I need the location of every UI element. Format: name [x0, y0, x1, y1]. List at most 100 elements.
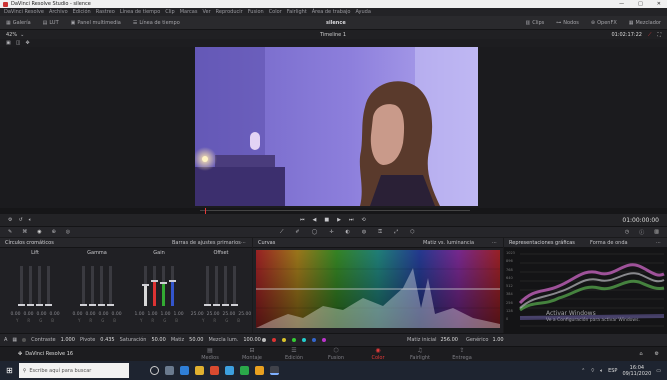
- color-wheels-icon[interactable]: ◉: [37, 229, 41, 235]
- timeline-button[interactable]: ☰ Línea de tiempo: [133, 20, 180, 26]
- channel-bar[interactable]: [160, 266, 167, 306]
- channel-value[interactable]: 0.00: [99, 312, 109, 317]
- channel-value[interactable]: 25.00: [223, 312, 236, 317]
- skip-start-icon[interactable]: ⏮︎: [300, 217, 305, 223]
- scopes-toggle-icon[interactable]: ◷: [625, 229, 629, 235]
- loop-icon[interactable]: ↺: [18, 217, 22, 223]
- transform-icon[interactable]: ✥: [25, 40, 29, 46]
- channel-dot-red[interactable]: [272, 338, 276, 342]
- page-tab-medios[interactable]: ▤ Medios: [190, 347, 230, 361]
- magic-mask-icon[interactable]: ◐: [346, 229, 350, 235]
- channel-handle[interactable]: [98, 304, 105, 306]
- file-explorer-icon[interactable]: [194, 366, 204, 375]
- channel-handle[interactable]: [142, 284, 149, 286]
- nodes-button[interactable]: ⊶ Nodos: [556, 20, 579, 26]
- 3d-icon[interactable]: ⬡: [410, 229, 414, 235]
- fullscreen-icon[interactable]: ⛶: [657, 32, 661, 38]
- channel-dot-green[interactable]: [292, 338, 296, 342]
- menu-item[interactable]: Área de trabajo: [312, 9, 351, 15]
- store-icon[interactable]: [224, 366, 234, 375]
- vlc-icon[interactable]: [254, 366, 264, 375]
- menu-item[interactable]: Ayuda: [355, 9, 370, 15]
- camera-raw-icon[interactable]: ✎: [8, 229, 12, 235]
- media-pool-button[interactable]: ▣ Panel multimedia: [71, 20, 121, 26]
- channel-bar[interactable]: [151, 266, 158, 306]
- channel-handle[interactable]: [213, 304, 220, 306]
- loop-playback-icon[interactable]: ⟲: [361, 217, 365, 223]
- office-icon[interactable]: [209, 366, 219, 375]
- language-indicator[interactable]: ESP: [608, 368, 617, 374]
- channel-bar[interactable]: [36, 266, 43, 306]
- key-icon[interactable]: ⚿: [378, 229, 382, 235]
- color-match-icon[interactable]: ⌘: [22, 229, 27, 235]
- edge-icon[interactable]: [179, 366, 189, 375]
- minimize-button[interactable]: —: [619, 1, 624, 7]
- motion-effects-icon[interactable]: ◎: [66, 229, 70, 235]
- grid-icon[interactable]: ▦: [12, 337, 17, 343]
- channel-bar[interactable]: [18, 266, 25, 306]
- skip-end-icon[interactable]: ⏭︎: [349, 217, 354, 223]
- sizing-icon[interactable]: ⤢: [394, 229, 398, 235]
- channel-dot-luma[interactable]: [262, 338, 266, 342]
- channel-value[interactable]: 25.00: [207, 312, 220, 317]
- cortana-icon[interactable]: [149, 366, 159, 375]
- color-picker-icon[interactable]: ⟋: [648, 32, 652, 38]
- lum-mix-value[interactable]: 100.00: [243, 337, 261, 343]
- channel-value[interactable]: 1.00: [174, 312, 184, 317]
- menu-item[interactable]: Color: [269, 9, 282, 15]
- channel-handle[interactable]: [45, 304, 52, 306]
- video-frame[interactable]: [195, 47, 478, 206]
- pivot-value[interactable]: 0.435: [100, 337, 114, 343]
- channel-dot-blue[interactable]: [312, 338, 316, 342]
- network-icon[interactable]: ⌔: [590, 368, 595, 374]
- page-tab-entrega[interactable]: ⇪ Entrega: [442, 347, 482, 361]
- wheel-lift[interactable]: Lift 0.00 0.00 0.00 0.00 Y R G B: [6, 250, 64, 330]
- more-options-icon[interactable]: ⋯: [241, 240, 246, 246]
- channel-value[interactable]: 0.00: [85, 312, 95, 317]
- channel-value[interactable]: 25.00: [238, 312, 251, 317]
- app-icon[interactable]: [239, 366, 249, 375]
- step-back-icon[interactable]: ◀: [313, 217, 317, 223]
- lightbox-button[interactable]: ▦ Mezclador: [629, 20, 661, 26]
- menu-item[interactable]: Fusion: [248, 9, 264, 15]
- channel-bar[interactable]: [222, 266, 229, 306]
- contrast-value[interactable]: 1.000: [61, 337, 75, 343]
- channel-bar[interactable]: [142, 266, 149, 306]
- settings-icon[interactable]: ⚙: [8, 217, 12, 223]
- curves-icon[interactable]: ⟋: [280, 229, 284, 235]
- taskbar-search[interactable]: ⚲ Escribe aquí para buscar: [18, 363, 129, 378]
- wheels-mode-select[interactable]: Barras de ajustes primarios: [172, 240, 241, 246]
- menu-item[interactable]: Reproducir: [216, 9, 243, 15]
- resolve-taskbar-icon[interactable]: [269, 366, 279, 375]
- channel-dot-cyan[interactable]: [302, 338, 306, 342]
- page-tab-fusion[interactable]: ⬡ Fusion: [316, 347, 356, 361]
- channel-bar[interactable]: [107, 266, 114, 306]
- blur-icon[interactable]: ◍: [362, 229, 366, 235]
- layout-icon[interactable]: ▣: [6, 40, 11, 46]
- zoom-select[interactable]: 42%: [6, 32, 17, 38]
- channel-handle[interactable]: [231, 304, 238, 306]
- channel-bar[interactable]: [98, 266, 105, 306]
- channel-handle[interactable]: [36, 304, 43, 306]
- channel-handle[interactable]: [169, 280, 176, 282]
- project-settings-icon[interactable]: ⚙: [655, 351, 659, 357]
- channel-dot-magenta[interactable]: [322, 338, 326, 342]
- channel-handle[interactable]: [204, 304, 211, 306]
- menu-item[interactable]: Edición: [73, 9, 91, 15]
- channel-bar[interactable]: [169, 266, 176, 306]
- channel-dot-yellow[interactable]: [282, 338, 286, 342]
- channel-handle[interactable]: [89, 304, 96, 306]
- channel-value[interactable]: 0.00: [112, 312, 122, 317]
- menu-item[interactable]: Rastreo: [96, 9, 115, 15]
- channel-bar[interactable]: [231, 266, 238, 306]
- channel-value[interactable]: 0.00: [23, 312, 33, 317]
- hue-rotate-value[interactable]: 1.00: [492, 337, 503, 343]
- channel-bar[interactable]: [27, 266, 34, 306]
- curves-mode-select[interactable]: Matiz vs. luminancia: [423, 240, 474, 246]
- clock[interactable]: 16:04 09/11/2020: [622, 365, 651, 377]
- more-options-icon[interactable]: ⋯: [492, 240, 497, 246]
- play-icon[interactable]: ▶: [337, 217, 341, 223]
- wheel-gamma[interactable]: Gamma 0.00 0.00 0.00 0.00 Y R G B: [68, 250, 126, 330]
- channel-value[interactable]: 1.00: [161, 312, 171, 317]
- input-hue-value[interactable]: 256.00: [440, 337, 458, 343]
